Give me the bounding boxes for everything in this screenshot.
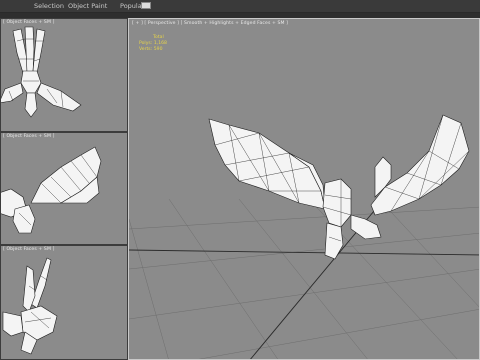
grid-axis-x [129, 249, 479, 256]
top-menu-bar: Selection Object Paint Populate [0, 0, 480, 13]
bird-mesh [208, 114, 470, 260]
front-view-bird-mesh [1, 146, 102, 234]
viewport-left[interactable]: [ Object Faces + SM ] [0, 245, 128, 360]
left-view-bird-mesh [2, 257, 58, 355]
home-grid [129, 198, 479, 359]
top-view-bird-mesh [1, 26, 82, 118]
menu-item-object-paint[interactable]: Object Paint [68, 1, 107, 11]
viewport-top[interactable]: [ Object Faces + SM ] [0, 18, 128, 132]
populate-dropdown-button[interactable] [141, 2, 151, 9]
viewport-perspective[interactable]: [ + ] [ Perspective ] [ Smooth + Highlig… [128, 18, 480, 360]
perspective-scene [129, 114, 479, 359]
menu-item-selection[interactable]: Selection [34, 1, 64, 11]
viewport-front[interactable]: [ Object Faces + SM ] [0, 132, 128, 245]
